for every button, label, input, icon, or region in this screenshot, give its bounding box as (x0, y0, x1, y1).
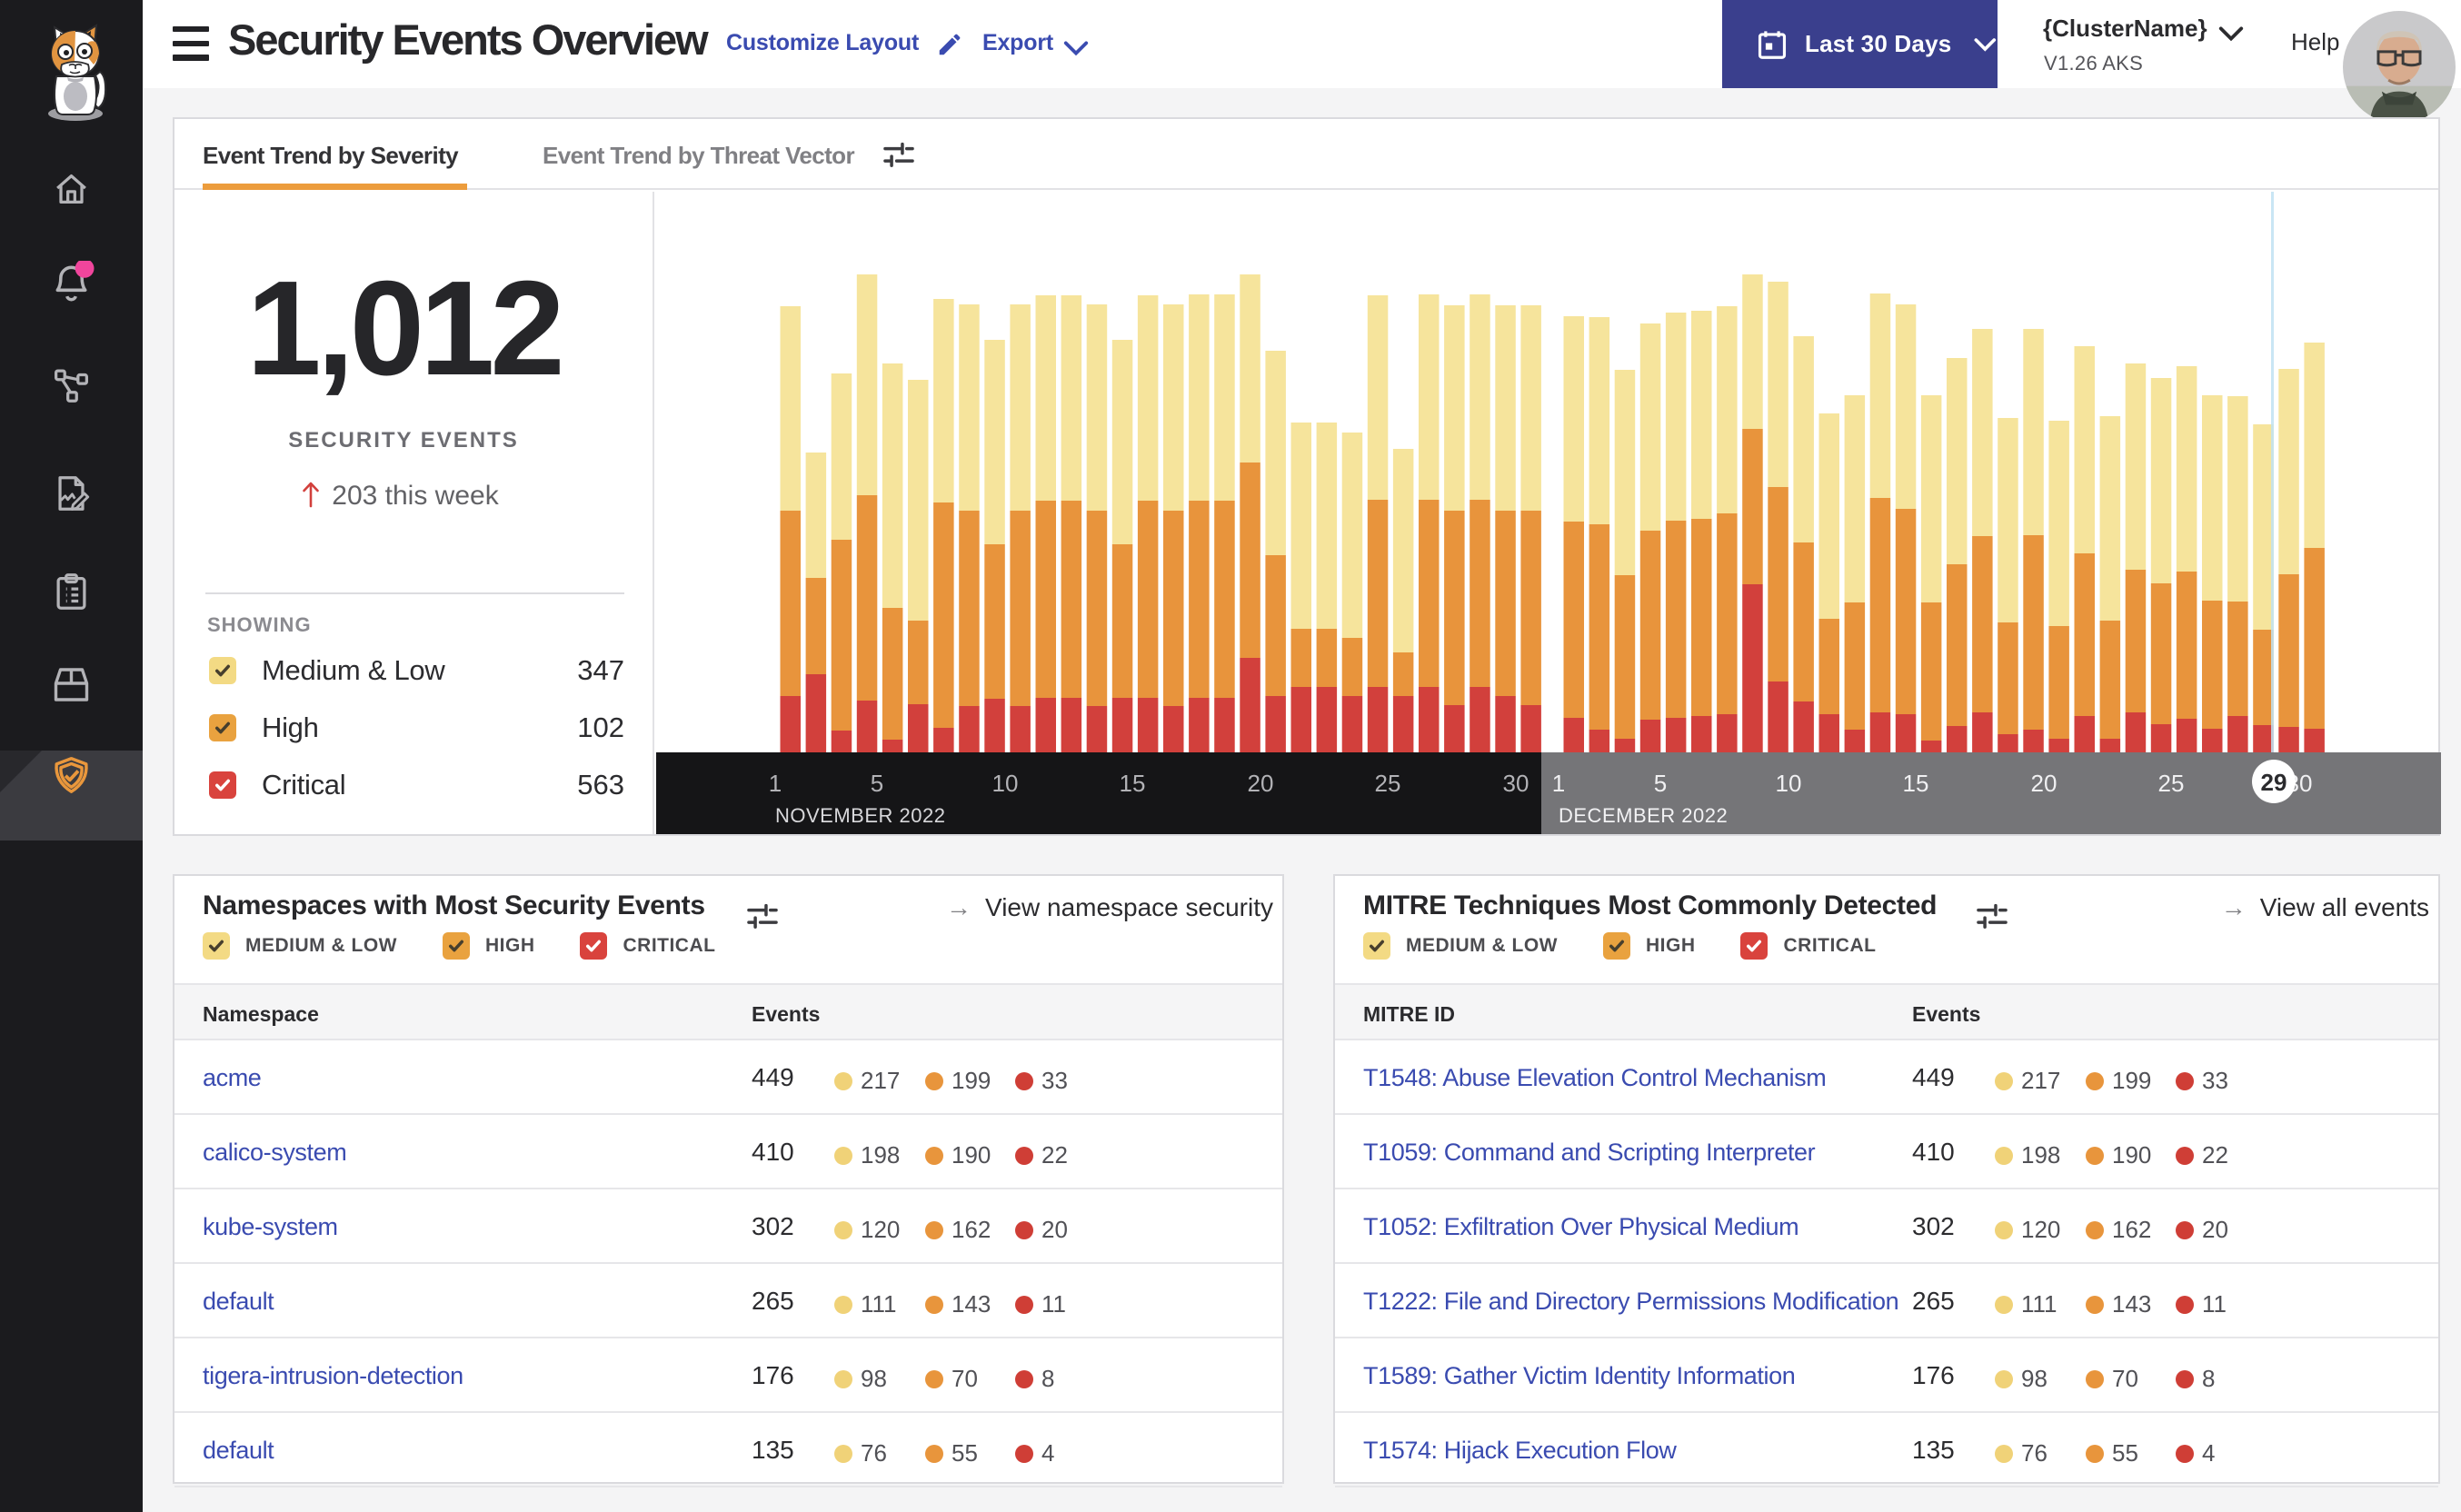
svg-text:5: 5 (1654, 770, 1667, 797)
svg-text:10: 10 (1776, 770, 1802, 797)
svg-text:29: 29 (2261, 769, 2287, 796)
svg-text:15: 15 (1903, 770, 1929, 797)
svg-text:20: 20 (2031, 770, 2057, 797)
svg-text:10: 10 (992, 770, 1019, 797)
svg-text:25: 25 (2158, 770, 2185, 797)
svg-text:30: 30 (1503, 770, 1529, 797)
svg-text:1: 1 (1552, 770, 1565, 797)
svg-text:15: 15 (1120, 770, 1146, 797)
svg-text:20: 20 (1248, 770, 1274, 797)
svg-text:1: 1 (769, 770, 782, 797)
svg-text:DECEMBER 2022: DECEMBER 2022 (1559, 804, 1728, 827)
svg-text:NOVEMBER 2022: NOVEMBER 2022 (775, 804, 945, 827)
svg-text:25: 25 (1375, 770, 1401, 797)
svg-text:5: 5 (871, 770, 883, 797)
